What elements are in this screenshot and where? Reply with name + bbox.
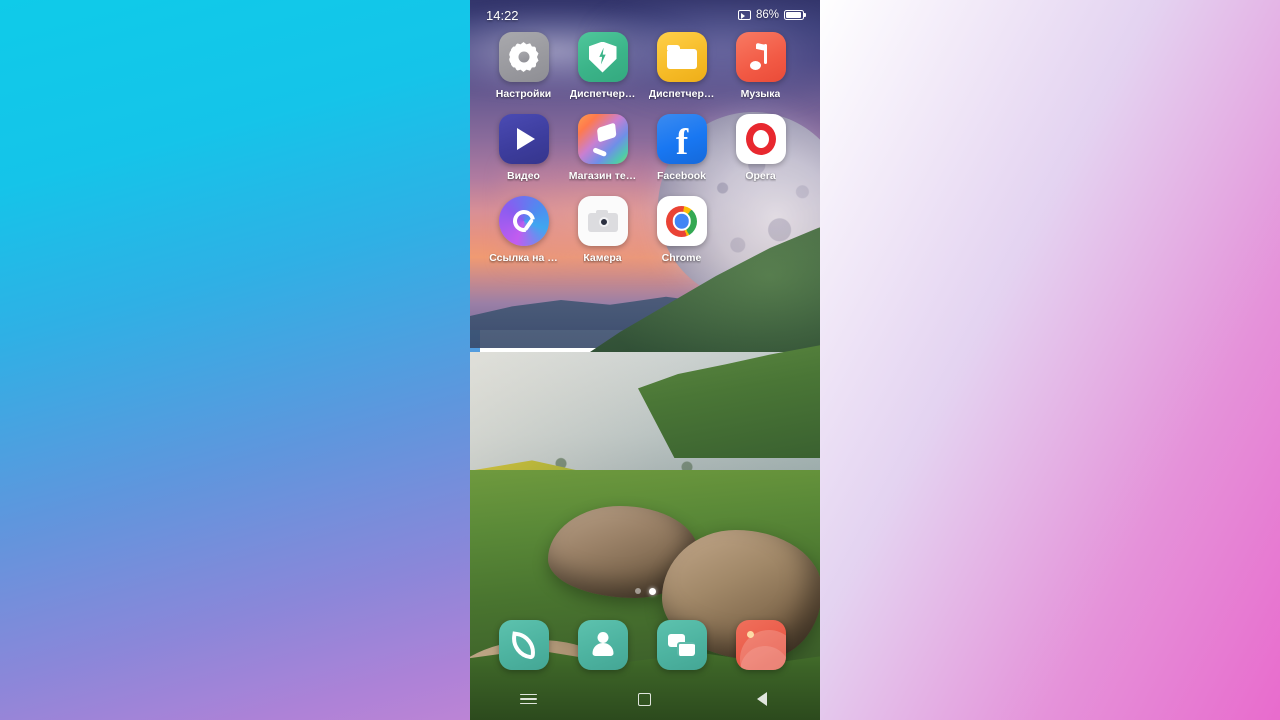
status-bar: 14:22 86% — [470, 0, 820, 30]
app-label: Магазин те… — [568, 170, 637, 182]
nav-recents-button[interactable] — [505, 684, 551, 714]
dock-phone[interactable] — [484, 620, 563, 670]
page-dot-1[interactable] — [634, 588, 641, 594]
app-label: Chrome — [661, 252, 702, 264]
battery-icon — [784, 9, 807, 21]
app-label: Ссылка на … — [489, 252, 558, 264]
theme-store-roller-icon[interactable] — [577, 114, 628, 164]
chrome-icon[interactable] — [656, 196, 707, 246]
navigation-bar — [470, 678, 820, 720]
app-link-shortcut[interactable]: Ссылка на … — [484, 196, 563, 264]
app-theme-store[interactable]: Магазин те… — [563, 114, 642, 182]
app-facebook[interactable]: f Facebook — [642, 114, 721, 182]
dock-messages[interactable] — [642, 620, 721, 670]
menu-lines-icon — [519, 693, 537, 705]
dock — [470, 620, 820, 670]
browser-icon[interactable] — [735, 620, 786, 670]
app-opera[interactable]: Opera — [721, 114, 800, 182]
app-row-3: Ссылка на … Камера Chrome — [470, 196, 820, 264]
settings-gear-icon[interactable] — [498, 32, 549, 82]
app-label: Камера — [583, 252, 622, 264]
back-triangle-icon — [756, 692, 767, 706]
app-label: Facebook — [656, 170, 706, 182]
status-time: 14:22 — [486, 7, 519, 23]
page-dot-2-active[interactable] — [648, 588, 656, 595]
app-file-manager[interactable]: Диспетчер… — [642, 32, 721, 100]
dock-contacts[interactable] — [563, 620, 642, 670]
app-label: Opera — [745, 170, 776, 182]
app-camera[interactable]: Камера — [563, 196, 642, 264]
app-label: Видео — [507, 170, 540, 182]
phone-screen: 14:22 86% Настройки Диспетчер… Диспетчер… — [470, 0, 820, 720]
app-label: Диспетчер… — [648, 88, 715, 100]
app-settings[interactable]: Настройки — [484, 32, 563, 100]
app-row-1: Настройки Диспетчер… Диспетчер… Музыка — [470, 32, 820, 100]
backdrop-left-gradient — [0, 0, 480, 720]
file-folder-icon[interactable] — [656, 32, 707, 82]
message-bubbles-icon[interactable] — [656, 620, 707, 670]
phone-handset-icon[interactable] — [498, 620, 549, 670]
facebook-icon[interactable]: f — [656, 114, 707, 164]
backdrop-right-gradient — [818, 0, 1280, 720]
app-label: Настройки — [495, 88, 552, 100]
security-shield-icon[interactable] — [577, 32, 628, 82]
app-security-manager[interactable]: Диспетчер… — [563, 32, 642, 100]
nav-back-button[interactable] — [739, 684, 785, 714]
app-slot-empty — [721, 196, 800, 264]
app-row-2: Видео Магазин те… f Facebook Opera — [470, 114, 820, 182]
app-grid: Настройки Диспетчер… Диспетчер… Музыка В… — [470, 32, 820, 264]
video-play-icon[interactable] — [498, 114, 549, 164]
contacts-person-icon[interactable] — [577, 620, 628, 670]
battery-percent-label: 86% — [755, 9, 779, 21]
status-right-cluster: 86% — [737, 9, 807, 21]
dock-browser[interactable] — [721, 620, 800, 670]
link-shortcut-icon[interactable] — [498, 196, 549, 246]
music-note-icon[interactable] — [735, 32, 786, 82]
camera-icon[interactable] — [577, 196, 628, 246]
home-square-icon — [638, 692, 652, 706]
app-chrome[interactable]: Chrome — [642, 196, 721, 264]
page-indicator[interactable] — [470, 588, 820, 595]
cast-icon — [737, 10, 751, 20]
app-label: Диспетчер… — [569, 88, 636, 100]
opera-icon[interactable] — [735, 114, 786, 164]
app-video[interactable]: Видео — [484, 114, 563, 182]
app-label: Музыка — [740, 88, 781, 100]
app-music[interactable]: Музыка — [721, 32, 800, 100]
nav-home-button[interactable] — [622, 684, 668, 714]
